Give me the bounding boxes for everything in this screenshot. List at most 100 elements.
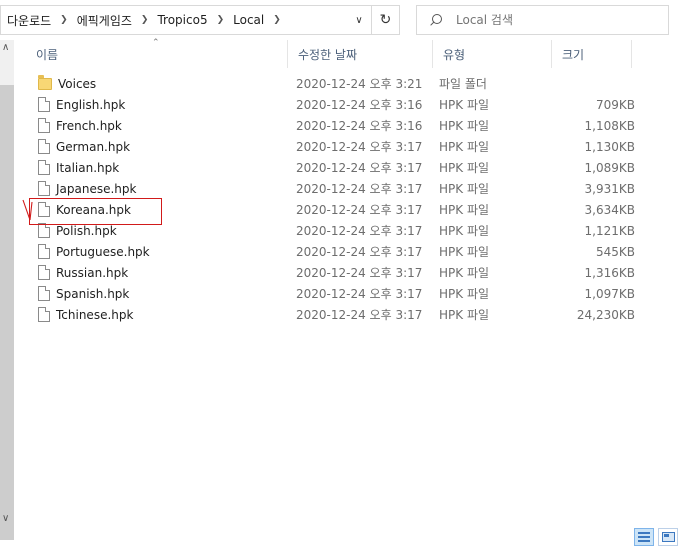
file-icon: [38, 97, 50, 112]
breadcrumb-item-epic-games[interactable]: 에픽게임즈: [75, 12, 134, 29]
refresh-icon[interactable]: ↻: [371, 6, 399, 34]
list-item-tchinese[interactable]: Tchinese.hpk 2020-12-24 오후 3:17 HPK 파일 2…: [26, 304, 646, 325]
file-icon: [38, 244, 50, 259]
search-box[interactable]: [416, 5, 669, 35]
view-toggle: [634, 528, 678, 546]
column-header-size-label: 크기: [562, 47, 585, 62]
file-size: 1,089KB: [584, 160, 635, 175]
file-size: 3,931KB: [584, 181, 635, 196]
file-type: HPK 파일: [439, 203, 490, 217]
file-size: 1,316KB: [584, 265, 635, 280]
file-size: 24,230KB: [576, 307, 635, 322]
file-size: 545KB: [595, 244, 635, 259]
file-date: 2020-12-24 오후 3:17: [296, 161, 423, 175]
file-type: HPK 파일: [439, 119, 490, 133]
breadcrumb-item-tropico5[interactable]: Tropico5: [155, 13, 209, 27]
column-header-type-label: 유형: [443, 47, 466, 62]
navigation-pane-scrollbar[interactable]: ∧ ∨: [0, 40, 14, 540]
file-name: Voices: [58, 76, 97, 91]
file-type: 파일 폴더: [439, 77, 487, 91]
file-size: 1,097KB: [584, 286, 635, 301]
details-view-icon: [638, 532, 650, 542]
file-date: 2020-12-24 오후 3:16: [296, 98, 423, 112]
list-item-russian[interactable]: Russian.hpk 2020-12-24 오후 3:17 HPK 파일 1,…: [26, 262, 646, 283]
file-date: 2020-12-24 오후 3:17: [296, 287, 423, 301]
file-date: 2020-12-24 오후 3:17: [296, 245, 423, 259]
breadcrumb: 다운로드 ❯ 에픽게임즈 ❯ Tropico5 ❯ Local ❯: [1, 12, 347, 29]
list-item-voices[interactable]: Voices 2020-12-24 오후 3:21 파일 폴더: [26, 73, 646, 94]
breadcrumb-item-local[interactable]: Local: [231, 13, 266, 27]
file-name: Italian.hpk: [56, 160, 120, 175]
file-type: HPK 파일: [439, 287, 490, 301]
column-header-size[interactable]: 크기: [552, 40, 632, 68]
list-item-french[interactable]: French.hpk 2020-12-24 오후 3:16 HPK 파일 1,1…: [26, 115, 646, 136]
chevron-right-icon[interactable]: ❯: [53, 15, 75, 25]
file-name: Spanish.hpk: [56, 286, 130, 301]
file-type: HPK 파일: [439, 182, 490, 196]
scrollbar-thumb[interactable]: [0, 85, 14, 540]
chevron-right-icon[interactable]: ❯: [266, 15, 288, 25]
file-name: Japanese.hpk: [56, 181, 137, 196]
file-name: Portuguese.hpk: [56, 244, 150, 259]
file-icon: [38, 118, 50, 133]
file-date: 2020-12-24 오후 3:17: [296, 224, 423, 238]
list-item-italian[interactable]: Italian.hpk 2020-12-24 오후 3:17 HPK 파일 1,…: [26, 157, 646, 178]
file-name: English.hpk: [56, 97, 126, 112]
large-icons-view-icon: [661, 532, 675, 542]
column-header-date-label: 수정한 날짜: [298, 47, 358, 62]
column-header-type[interactable]: 유형: [433, 40, 552, 68]
file-icon: [38, 265, 50, 280]
large-icons-view-button[interactable]: [658, 528, 678, 546]
folder-icon: [38, 74, 52, 90]
file-type: HPK 파일: [439, 266, 490, 280]
file-icon: [38, 160, 50, 175]
column-header-row: 이름 ⌃ 수정한 날짜 유형 크기: [26, 38, 646, 68]
file-type: HPK 파일: [439, 98, 490, 112]
file-name: Polish.hpk: [56, 223, 117, 238]
list-item-spanish[interactable]: Spanish.hpk 2020-12-24 오후 3:17 HPK 파일 1,…: [26, 283, 646, 304]
file-date: 2020-12-24 오후 3:17: [296, 182, 423, 196]
chevron-down-icon[interactable]: ∨: [347, 6, 371, 34]
column-header-name-label: 이름: [36, 47, 59, 62]
column-header-name[interactable]: 이름 ⌃: [26, 38, 288, 68]
list-item-english[interactable]: English.hpk 2020-12-24 오후 3:16 HPK 파일 70…: [26, 94, 646, 115]
file-icon: [38, 286, 50, 301]
file-type: HPK 파일: [439, 308, 490, 322]
file-size: 1,130KB: [584, 139, 635, 154]
column-header-date[interactable]: 수정한 날짜: [288, 40, 433, 68]
search-icon: [429, 13, 442, 27]
sort-up-icon: ⌃: [152, 38, 160, 48]
details-view-button[interactable]: [634, 528, 654, 546]
search-input[interactable]: [456, 13, 656, 27]
file-name: French.hpk: [56, 118, 122, 133]
file-icon: [38, 307, 50, 322]
file-type: HPK 파일: [439, 245, 490, 259]
list-item-japanese[interactable]: Japanese.hpk 2020-12-24 오후 3:17 HPK 파일 3…: [26, 178, 646, 199]
address-bar[interactable]: 다운로드 ❯ 에픽게임즈 ❯ Tropico5 ❯ Local ❯ ∨ ↻: [0, 5, 400, 35]
file-name: German.hpk: [56, 139, 131, 154]
list-item-german[interactable]: German.hpk 2020-12-24 오후 3:17 HPK 파일 1,1…: [26, 136, 646, 157]
file-date: 2020-12-24 오후 3:16: [296, 119, 423, 133]
file-size: 1,121KB: [584, 223, 635, 238]
file-name: Tchinese.hpk: [56, 307, 134, 322]
file-icon: [38, 139, 50, 154]
file-type: HPK 파일: [439, 224, 490, 238]
chevron-up-icon[interactable]: ∧: [2, 42, 9, 53]
file-date: 2020-12-24 오후 3:21: [296, 77, 423, 91]
list-item-koreana[interactable]: Koreana.hpk 2020-12-24 오후 3:17 HPK 파일 3,…: [26, 199, 646, 220]
list-item-portuguese[interactable]: Portuguese.hpk 2020-12-24 오후 3:17 HPK 파일…: [26, 241, 646, 262]
chevron-down-icon[interactable]: ∨: [2, 513, 9, 524]
file-date: 2020-12-24 오후 3:17: [296, 203, 423, 217]
file-size: 3,634KB: [584, 202, 635, 217]
breadcrumb-item-downloads[interactable]: 다운로드: [5, 12, 53, 29]
file-size: 709KB: [595, 97, 635, 112]
file-date: 2020-12-24 오후 3:17: [296, 266, 423, 280]
file-date: 2020-12-24 오후 3:17: [296, 140, 423, 154]
list-item-polish[interactable]: Polish.hpk 2020-12-24 오후 3:17 HPK 파일 1,1…: [26, 220, 646, 241]
chevron-right-icon[interactable]: ❯: [210, 15, 232, 25]
chevron-right-icon[interactable]: ❯: [134, 15, 156, 25]
file-size: 1,108KB: [584, 118, 635, 133]
file-type: HPK 파일: [439, 140, 490, 154]
file-icon: [38, 202, 50, 217]
file-name: Koreana.hpk: [56, 202, 131, 217]
